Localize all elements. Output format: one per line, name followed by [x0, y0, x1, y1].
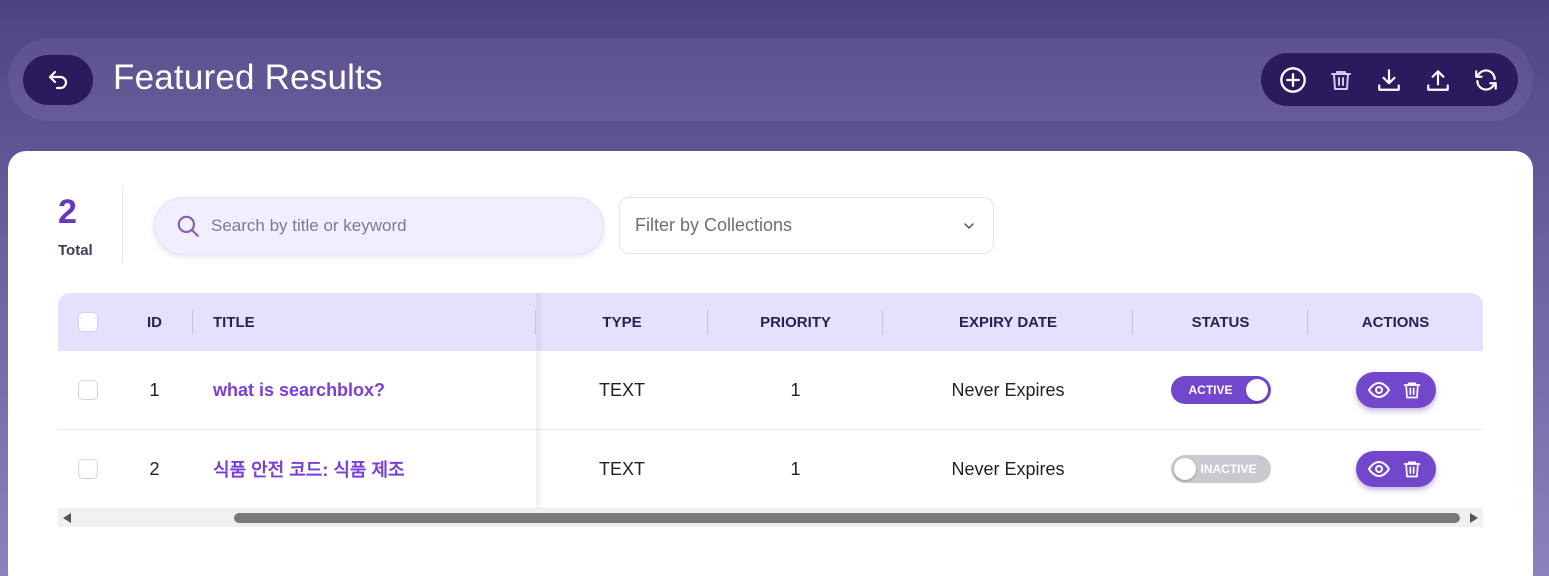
- results-card: 2 Total Filter by Collections ID TITLE T…: [8, 151, 1533, 576]
- row-title-link[interactable]: what is searchblox?: [213, 351, 533, 429]
- trash-icon: [1331, 70, 1352, 90]
- page-header: Featured Results: [8, 38, 1533, 121]
- select-all-cell: [68, 293, 108, 351]
- refresh-button[interactable]: [1468, 62, 1504, 98]
- upload-icon: [1426, 69, 1449, 91]
- eye-icon: [1368, 382, 1390, 398]
- delete-button[interactable]: [1400, 378, 1424, 402]
- scroll-right-arrow-icon[interactable]: [1470, 513, 1478, 523]
- table-row: 1 what is searchblox? TEXT 1 Never Expir…: [58, 351, 1483, 430]
- add-button[interactable]: [1275, 62, 1311, 98]
- row-select-cell: [68, 430, 108, 508]
- row-priority: 1: [790, 379, 801, 400]
- toggle-knob: [1173, 458, 1196, 480]
- column-header-type[interactable]: TYPE: [536, 293, 708, 351]
- select-all-checkbox[interactable]: [78, 312, 98, 332]
- status-toggle[interactable]: ACTIVE: [1170, 376, 1271, 404]
- status-label: ACTIVE: [1188, 383, 1233, 397]
- search-box: [154, 197, 604, 255]
- row-expiry: Never Expires: [951, 458, 1065, 479]
- page-title: Featured Results: [113, 58, 383, 97]
- column-header-expiry[interactable]: EXPIRY DATE: [883, 293, 1133, 351]
- row-priority: 1: [790, 458, 801, 479]
- add-circle-icon: [1280, 66, 1306, 93]
- scroll-left-arrow-icon[interactable]: [63, 513, 71, 523]
- row-select-cell: [68, 351, 108, 429]
- column-header-status[interactable]: STATUS: [1133, 293, 1308, 351]
- column-separator: [192, 310, 193, 334]
- collections-filter-select[interactable]: Filter by Collections: [619, 197, 994, 254]
- row-title-link[interactable]: 식품 안전 코드: 식품 제조: [213, 430, 533, 508]
- undo-arrow-icon: [48, 70, 68, 90]
- row-actions: [1355, 372, 1436, 408]
- table-header: ID TITLE TYPE PRIORITY EXPIRY DATE STATU…: [58, 293, 1483, 351]
- download-icon: [1378, 68, 1401, 91]
- total-count: 2: [58, 193, 77, 231]
- search-input[interactable]: [211, 216, 571, 236]
- view-button[interactable]: [1367, 378, 1391, 402]
- status-toggle[interactable]: INACTIVE: [1170, 455, 1271, 483]
- row-actions-cell: [1308, 430, 1483, 508]
- row-actions-cell: [1308, 351, 1483, 429]
- row-type: TEXT: [598, 458, 645, 479]
- table-row: 2 식품 안전 코드: 식품 제조 TEXT 1 Never Expires I…: [58, 430, 1483, 509]
- row-expiry: Never Expires: [951, 379, 1065, 400]
- delete-all-button[interactable]: [1323, 62, 1359, 98]
- divider: [122, 187, 123, 263]
- back-button[interactable]: [23, 55, 93, 105]
- search-icon: [177, 215, 199, 237]
- upload-button[interactable]: [1420, 62, 1456, 98]
- chevron-down-icon: [964, 222, 974, 229]
- filter-placeholder: Filter by Collections: [635, 215, 793, 235]
- refresh-icon: [1475, 68, 1497, 91]
- column-header-title[interactable]: TITLE: [213, 293, 413, 351]
- row-actions: [1355, 451, 1436, 487]
- row-type: TEXT: [598, 379, 645, 400]
- row-status-cell: ACTIVE: [1133, 351, 1308, 429]
- status-label: INACTIVE: [1200, 462, 1257, 476]
- row-checkbox[interactable]: [78, 380, 98, 400]
- row-id: 2: [149, 458, 160, 479]
- delete-button[interactable]: [1400, 457, 1424, 481]
- trash-icon: [1403, 461, 1421, 478]
- horizontal-scrollbar[interactable]: [58, 509, 1483, 527]
- row-status-cell: INACTIVE: [1133, 430, 1308, 508]
- trash-icon: [1403, 382, 1421, 399]
- column-header-actions: ACTIONS: [1361, 313, 1430, 331]
- row-id: 1: [149, 379, 160, 400]
- results-table: ID TITLE TYPE PRIORITY EXPIRY DATE STATU…: [58, 293, 1483, 528]
- column-header-priority[interactable]: PRIORITY: [708, 293, 883, 351]
- row-checkbox[interactable]: [78, 459, 98, 479]
- column-header-id[interactable]: ID: [128, 293, 181, 351]
- download-button[interactable]: [1371, 62, 1407, 98]
- toggle-knob: [1245, 379, 1268, 401]
- scrollbar-thumb[interactable]: [234, 513, 1460, 523]
- header-toolbar: [1261, 53, 1518, 106]
- view-button[interactable]: [1367, 457, 1391, 481]
- sticky-column-shadow: [536, 293, 544, 509]
- eye-icon: [1368, 461, 1390, 477]
- total-label: Total: [58, 242, 93, 259]
